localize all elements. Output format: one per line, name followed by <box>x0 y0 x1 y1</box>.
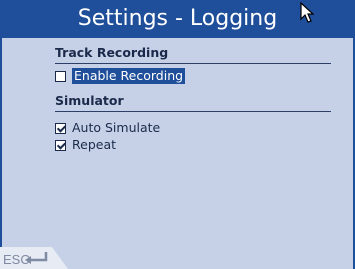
enable-recording-checkbox[interactable] <box>55 70 66 82</box>
section-header-track-recording: Track Recording <box>55 45 169 60</box>
auto-simulate-checkbox[interactable] <box>55 122 66 134</box>
repeat-label[interactable]: Repeat <box>72 137 116 153</box>
title-bar: Settings - Logging <box>0 0 355 38</box>
auto-simulate-option[interactable]: Auto Simulate <box>55 120 160 136</box>
section-divider <box>55 111 331 112</box>
enable-recording-option[interactable]: Enable Recording <box>55 68 186 84</box>
auto-simulate-label[interactable]: Auto Simulate <box>72 120 160 136</box>
enable-recording-label[interactable]: Enable Recording <box>72 68 186 84</box>
settings-panel: Track Recording Enable Recording Simulat… <box>2 38 353 269</box>
section-header-simulator: Simulator <box>55 93 124 108</box>
esc-button[interactable]: ESC <box>0 247 86 269</box>
arrow-cursor-icon <box>300 1 316 24</box>
repeat-checkbox[interactable] <box>55 139 66 151</box>
esc-label: ESC <box>3 252 30 267</box>
settings-logging-screen: Settings - Logging Track Recording Enabl… <box>0 0 355 269</box>
section-divider <box>55 63 331 64</box>
repeat-option[interactable]: Repeat <box>55 137 116 153</box>
